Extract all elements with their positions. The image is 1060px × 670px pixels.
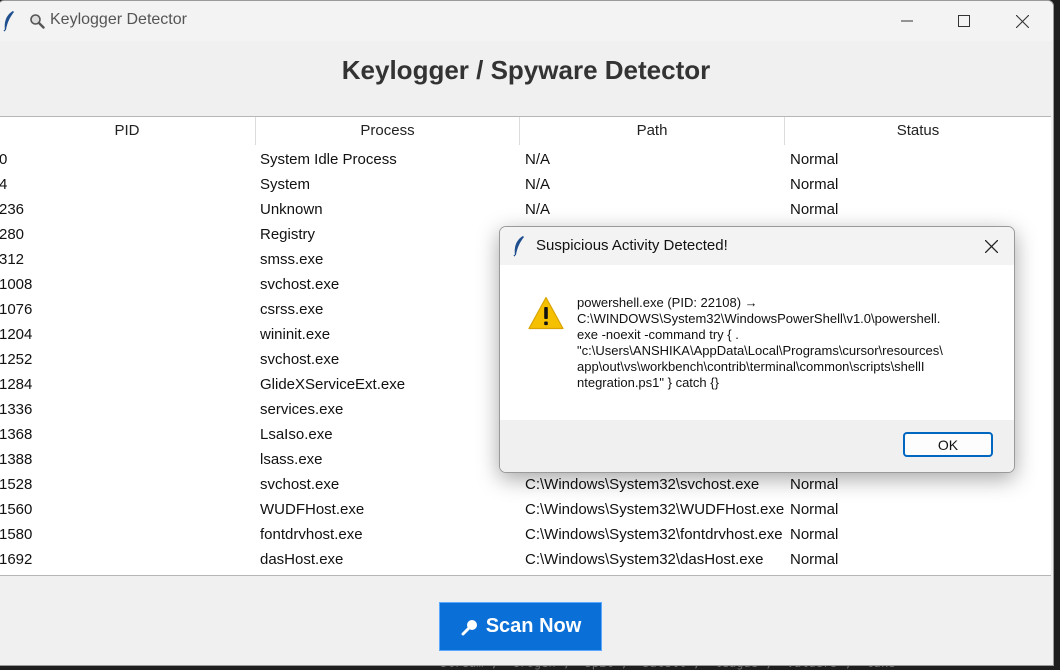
table-row[interactable]: 1580 fontdrvhost.exe C:\Windows\System32\f… (0, 522, 1051, 547)
ok-button[interactable]: OK (903, 432, 993, 457)
column-header-path[interactable]: Path (520, 117, 785, 145)
column-header-status[interactable]: Status (785, 117, 1051, 145)
cell-path: C:\Windows\System32\fontdrvhost.exe (525, 526, 783, 543)
cell-path: N/A (525, 151, 551, 168)
cell-process: csrss.exe (260, 301, 324, 318)
cell-pid: 312 (0, 251, 25, 268)
table-row[interactable]: 236 Unknown N/A Normal (0, 197, 1051, 222)
cell-status: Normal (790, 476, 839, 493)
feather-icon (3, 11, 14, 32)
cell-process: svchost.exe (260, 351, 340, 368)
cell-process: svchost.exe (260, 276, 340, 293)
cell-pid: 1368 (0, 426, 33, 443)
cell-path: C:\Windows\System32\WUDFHost.exe (525, 501, 785, 518)
maximize-button[interactable] (936, 1, 992, 41)
table-header: PID Process Path Status (0, 117, 1051, 145)
cell-pid: 1284 (0, 376, 33, 393)
cell-pid: 0 (0, 147, 254, 172)
cell-process: WUDFHost.exe (260, 501, 365, 518)
cell-process: Registry (260, 226, 316, 243)
warning-icon (528, 296, 564, 330)
dialog-close-button[interactable] (974, 227, 1008, 265)
scan-now-button[interactable]: Scan Now (439, 602, 602, 651)
cell-pid: 1528 (0, 476, 33, 493)
dialog-message-line: exe -noexit -command try { . (577, 327, 739, 342)
table-row[interactable]: 1560 WUDFHost.exe C:\Windows\System32\WUDF… (0, 497, 1051, 522)
table-row[interactable]: 1528 svchost.exe C:\Windows\System32\svcho… (0, 472, 1051, 497)
cell-pid: 1388 (0, 451, 33, 468)
cell-process: lsass.exe (260, 451, 323, 468)
cell-process: Unknown (260, 201, 323, 218)
minimize-icon (901, 20, 913, 22)
feather-icon (513, 236, 524, 257)
dialog-message: powershell.exe (PID: 22108) → C:\WINDOWS… (577, 295, 997, 391)
column-header-pid[interactable]: PID (0, 117, 256, 145)
dialog-title-bar: Suspicious Activity Detected! (500, 227, 1014, 265)
table-row[interactable]: 1692 dasHost.exe C:\Windows\System32\dasHo… (0, 547, 1051, 572)
cell-path: N/A (525, 201, 551, 218)
cell-pid: 1336 (0, 401, 33, 418)
maximize-icon (958, 15, 970, 27)
cell-pid: 1560 (0, 501, 33, 518)
cell-process: dasHost.exe (260, 551, 344, 568)
cell-process: wininit.exe (260, 326, 331, 343)
dialog-message-line: app\out\vs\workbench\contrib\terminal\co… (577, 359, 925, 374)
cell-process: svchost.exe (260, 476, 340, 493)
cell-pid: 1008 (0, 276, 33, 293)
cell-process: services.exe (260, 401, 344, 418)
cell-pid: 1204 (0, 326, 33, 343)
dialog-title: Suspicious Activity Detected! (536, 237, 728, 254)
dialog-message-line: powershell.exe (PID: 22108) → (577, 295, 758, 310)
minimize-button[interactable] (879, 1, 935, 41)
cell-status: Normal (790, 151, 839, 168)
dialog-footer: OK (500, 420, 1014, 472)
cell-process: LsaIso.exe (260, 426, 333, 443)
cell-pid: 1076 (0, 301, 33, 318)
dialog-message-line: "c:\Users\ANSHIKA\AppData\Local\Programs… (577, 343, 943, 358)
cell-process: fontdrvhost.exe (260, 526, 363, 543)
dialog-body: powershell.exe (PID: 22108) → C:\WINDOWS… (500, 265, 1014, 420)
cell-path: C:\Windows\System32\dasHost.exe (525, 551, 764, 568)
cell-pid: 236 (0, 201, 25, 218)
cell-status: Normal (790, 526, 839, 543)
close-icon (1015, 14, 1029, 28)
cell-pid: 1692 (0, 551, 33, 568)
close-icon (984, 239, 998, 253)
close-button[interactable] (994, 1, 1050, 41)
magnifier-icon (30, 14, 45, 29)
table-row[interactable]: 4 System N/A Normal (0, 172, 1051, 197)
dialog-message-line: C:\WINDOWS\System32\WindowsPowerShell\v1… (577, 311, 941, 326)
cell-path: N/A (525, 176, 551, 193)
cell-process: System Idle Process (260, 151, 397, 168)
cell-process: smss.exe (260, 251, 324, 268)
cell-path: C:\Windows\System32\svchost.exe (525, 476, 760, 493)
table-row[interactable]: 0 System Idle Process N/A Normal (0, 147, 1051, 172)
cell-process: System (260, 176, 311, 193)
cell-pid: 1580 (0, 526, 33, 543)
dialog-message-line: ntegration.ps1" } catch {} (577, 375, 719, 390)
cell-pid: 280 (0, 226, 25, 243)
column-header-process[interactable]: Process (256, 117, 520, 145)
cell-status: Normal (790, 551, 839, 568)
cell-status: Normal (790, 501, 839, 518)
suspicious-activity-dialog: Suspicious Activity Detected! powershell… (499, 226, 1015, 473)
scan-now-label: Scan Now (485, 615, 582, 637)
cell-status: Normal (790, 176, 839, 193)
cell-process: GlideXServiceExt.exe (260, 376, 406, 393)
cell-pid: 1252 (0, 351, 33, 368)
window-title: Keylogger Detector (50, 11, 187, 28)
magnifier-icon (461, 619, 477, 635)
cell-status: Normal (790, 201, 839, 218)
title-bar: Keylogger Detector (0, 1, 1053, 41)
page-title: Keylogger / Spyware Detector (341, 55, 711, 85)
cell-pid: 4 (0, 172, 254, 197)
